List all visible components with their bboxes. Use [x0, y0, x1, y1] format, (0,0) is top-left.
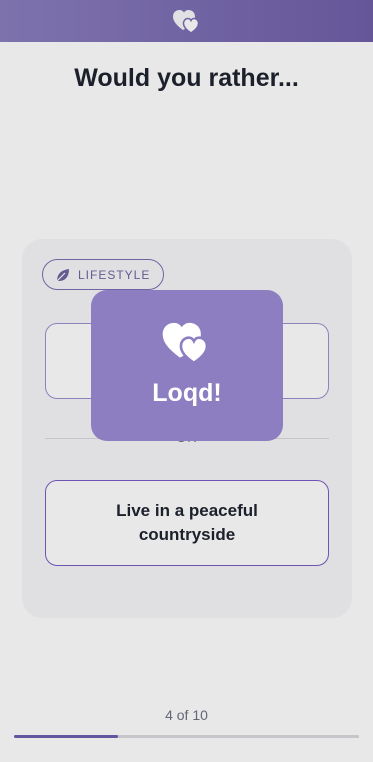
- toast-text: Loqd!: [152, 379, 222, 407]
- loaded-toast: Loqd!: [91, 290, 283, 441]
- modal-overlay: Loqd!: [0, 0, 373, 762]
- hearts-icon: [162, 322, 209, 365]
